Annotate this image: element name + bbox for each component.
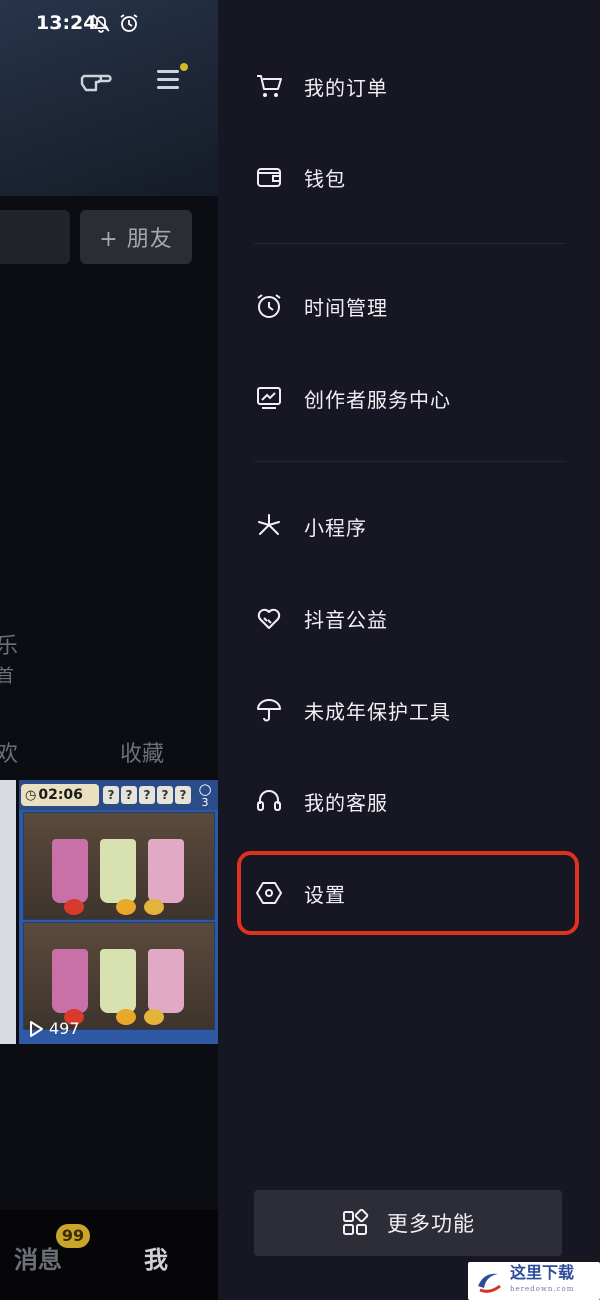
video-thumbnail[interactable]: ◷ 02:06 ? ? ? ? ? ○ 3 497 (19, 780, 218, 1044)
smoothie-photo-top (23, 812, 215, 920)
add-friend-button[interactable]: + 朋友 (80, 210, 192, 264)
game-timer: ◷ 02:06 (21, 784, 99, 806)
question-box: ? (175, 786, 191, 804)
menu-label: 创作者服务中心 (304, 387, 451, 412)
grid-apps-icon (343, 1209, 369, 1235)
wallet-icon (254, 162, 284, 192)
tab-likes-partial[interactable]: 欢 (0, 736, 18, 768)
divider (254, 461, 566, 462)
divider (254, 243, 566, 244)
question-box: ? (103, 786, 119, 804)
status-time: 13:24 (36, 12, 97, 34)
watermark-swoosh-icon (478, 1273, 501, 1293)
menu-item-mini-programs[interactable]: 小程序 (254, 498, 574, 554)
menu-label: 抖音公益 (304, 607, 388, 632)
clock-icon: ◷ (25, 787, 37, 803)
menu-label: 我的订单 (304, 75, 388, 100)
menu-item-customer-service[interactable]: 我的客服 (254, 773, 574, 829)
menu-item-charity[interactable]: 抖音公益 (254, 590, 574, 646)
menu-label: 设置 (304, 882, 346, 907)
more-features-button[interactable]: 更多功能 (254, 1190, 562, 1256)
messages-badge: 99 (56, 1224, 90, 1248)
menu-label: 小程序 (304, 515, 367, 540)
watermark-logo: 这里下载 heredown.com (468, 1262, 600, 1300)
menu-item-wallet[interactable]: 钱包 (254, 149, 574, 205)
partial-text-1: 乐 (0, 634, 19, 659)
monitor-chart-icon (254, 383, 284, 413)
menu-label: 钱包 (304, 166, 346, 191)
menu-icon[interactable] (152, 62, 188, 98)
menu-label: 我的客服 (304, 790, 388, 815)
background-profile-page: + 朋友 乐 首 欢 收藏 ◷ 02:06 ? ? ? ? ? ○ 3 497 … (0, 0, 218, 1300)
menu-label: 时间管理 (304, 295, 388, 320)
magnifier-icon: ○ 3 (198, 780, 212, 810)
play-count: 497 (27, 1019, 80, 1038)
watermark-text: 这里下载 heredown.com (510, 1263, 575, 1294)
menu-label: 未成年保护工具 (304, 699, 451, 724)
pointing-hand-icon[interactable] (78, 62, 114, 98)
shopping-cart-icon (254, 71, 284, 101)
more-features-label: 更多功能 (387, 1212, 475, 1236)
tab-me[interactable]: 我 (144, 1240, 168, 1275)
smoothie-photo-bottom (23, 922, 215, 1030)
mute-bell-icon (92, 14, 110, 33)
question-box: ? (139, 786, 155, 804)
menu-item-settings[interactable]: 设置 (254, 865, 574, 921)
headset-icon (254, 786, 284, 816)
tab-messages[interactable]: 消息 (14, 1240, 62, 1275)
game-top-bar: ◷ 02:06 ? ? ? ? ? ○ 3 (19, 780, 218, 810)
menu-item-my-orders[interactable]: 我的订单 (254, 58, 574, 114)
alarm-clock-icon (254, 291, 284, 321)
tab-favorites[interactable]: 收藏 (120, 736, 164, 768)
partial-text-2: 首 (0, 666, 14, 687)
video-thumbnail-partial[interactable] (0, 780, 16, 1044)
question-box: ? (121, 786, 137, 804)
menu-item-creator-center[interactable]: 创作者服务中心 (254, 370, 574, 426)
play-icon (30, 1020, 43, 1037)
search-bar-stub[interactable] (0, 210, 70, 264)
settings-hexagon-icon (254, 878, 284, 908)
menu-item-minor-protection[interactable]: 未成年保护工具 (254, 682, 574, 738)
alarm-icon (120, 14, 138, 32)
umbrella-icon (254, 695, 284, 725)
heart-hands-icon (254, 603, 284, 633)
side-drawer-menu: 我的订单 钱包 时间管理 创作者服务中心 小程序 抖音公益 未成年保护工具 我的… (218, 0, 600, 1300)
question-box: ? (157, 786, 173, 804)
mini-program-icon (254, 511, 284, 541)
menu-item-time-management[interactable]: 时间管理 (254, 278, 574, 334)
